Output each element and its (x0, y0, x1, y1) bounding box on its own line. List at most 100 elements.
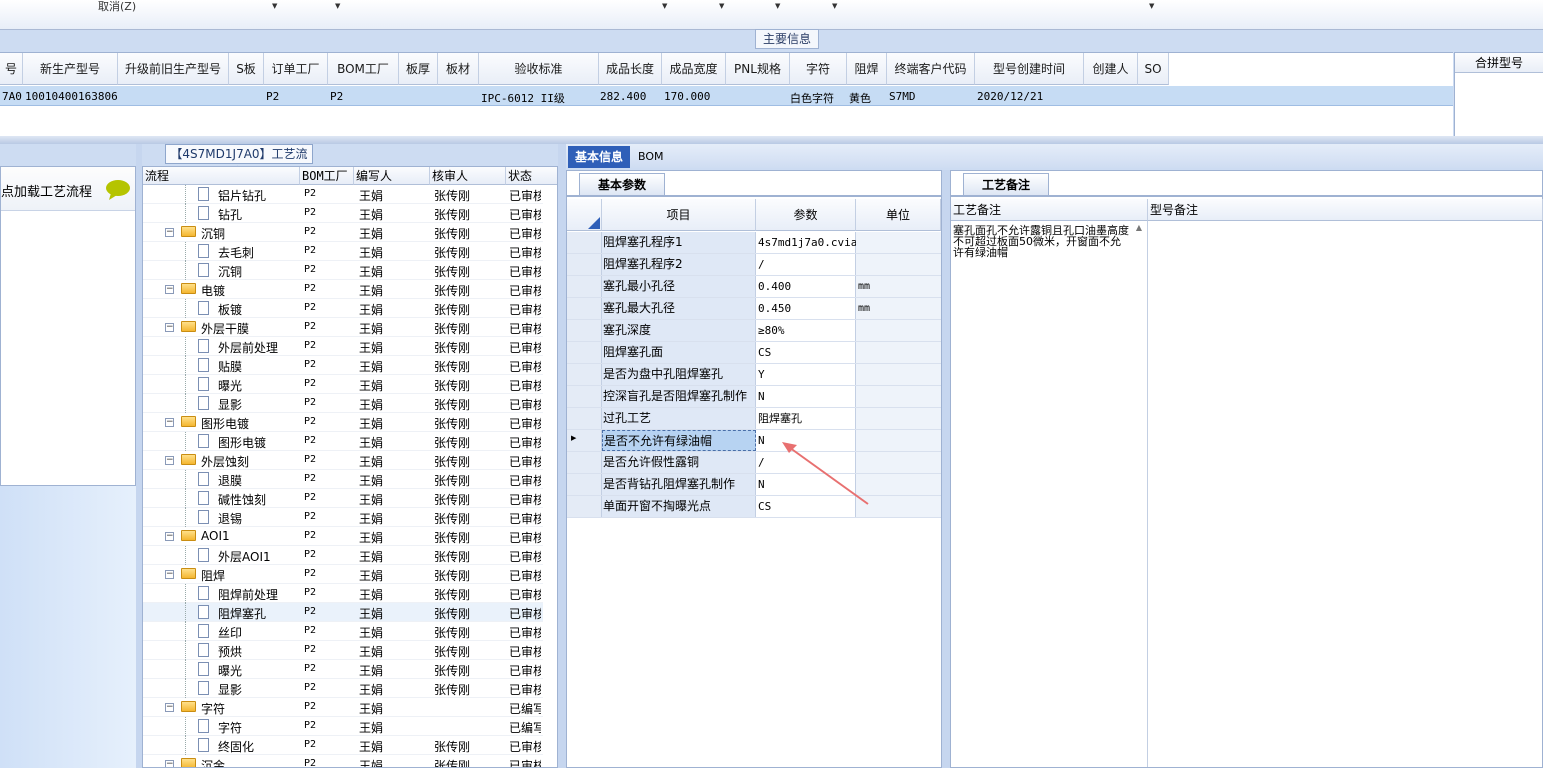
param-unit[interactable] (856, 254, 941, 275)
tree-row[interactable]: 阻焊塞孔 P2 王娟 张传刚 已审核 (143, 603, 543, 622)
tree-row[interactable]: 碱性蚀刻 P2 王娟 张传刚 已审核 (143, 489, 543, 508)
param-item[interactable]: 过孔工艺 (602, 408, 756, 429)
param-value[interactable]: 0.400 (756, 276, 856, 297)
param-value[interactable]: N (756, 386, 856, 407)
param-item[interactable]: 阻焊塞孔程序2 (602, 254, 756, 275)
tree-row[interactable]: 显影 P2 王娟 张传刚 已审核 (143, 394, 543, 413)
tree-row[interactable]: 板镀 P2 王娟 张传刚 已审核 (143, 299, 543, 318)
tree-row[interactable]: 铝片钻孔 P2 王娟 张传刚 已审核 (143, 185, 543, 204)
column-header[interactable]: 工艺备注 (951, 199, 1148, 221)
collapse-toggle-icon[interactable]: − (165, 418, 174, 427)
tree-row[interactable]: − 阻焊 P2 王娟 张传刚 已审核 (143, 565, 543, 584)
tree-row[interactable]: 图形电镀 P2 王娟 张传刚 已审核 (143, 432, 543, 451)
param-row[interactable]: 阻焊塞孔面 CS (567, 342, 941, 364)
dropdown-arrow-icon[interactable]: ▼ (719, 2, 724, 10)
dropdown-arrow-icon[interactable]: ▼ (272, 2, 277, 10)
row-indicator[interactable] (567, 430, 602, 451)
column-header[interactable]: SO (1138, 53, 1169, 85)
param-value[interactable]: 阻焊塞孔 (756, 408, 856, 429)
cancel-button[interactable]: 取消(Z) (98, 0, 136, 14)
tree-row[interactable]: 外层AOI1 P2 王娟 张传刚 已审核 (143, 546, 543, 565)
tree-row[interactable]: 显影 P2 王娟 张传刚 已审核 (143, 679, 543, 698)
column-header[interactable]: 单位 (856, 199, 941, 231)
column-header[interactable]: 创建人 (1084, 53, 1138, 85)
param-value[interactable]: CS (756, 342, 856, 363)
tree-row[interactable]: − 沉金 P2 王娟 张传刚 已审核 (143, 755, 543, 767)
param-unit[interactable]: mm (856, 276, 941, 297)
row-indicator-header[interactable] (567, 199, 602, 231)
column-header[interactable]: 项目 (602, 199, 756, 231)
column-header[interactable]: 成品长度 (599, 53, 662, 85)
merge-model-header[interactable]: 合拼型号 (1455, 53, 1543, 73)
param-value[interactable]: Y (756, 364, 856, 385)
param-item[interactable]: 塞孔最大孔径 (602, 298, 756, 319)
param-item[interactable]: 塞孔最小孔径 (602, 276, 756, 297)
column-header[interactable]: 验收标准 (479, 53, 599, 85)
param-item[interactable]: 是否背钻孔阻焊塞孔制作 (602, 474, 756, 495)
tree-row[interactable]: 贴膜 P2 王娟 张传刚 已审核 (143, 356, 543, 375)
param-value[interactable]: 4s7md1j7a0.cvia (756, 232, 857, 253)
tree-row[interactable]: 沉铜 P2 王娟 张传刚 已审核 (143, 261, 543, 280)
tree-row[interactable]: 钻孔 P2 王娟 张传刚 已审核 (143, 204, 543, 223)
collapse-toggle-icon[interactable]: − (165, 703, 174, 712)
tree-row[interactable]: − 电镀 P2 王娟 张传刚 已审核 (143, 280, 543, 299)
tree-row[interactable]: 曝光 P2 王娟 张传刚 已审核 (143, 375, 543, 394)
tree-row[interactable]: 丝印 P2 王娟 张传刚 已审核 (143, 622, 543, 641)
param-value[interactable]: / (756, 254, 856, 275)
row-indicator[interactable] (567, 342, 602, 363)
tree-row[interactable]: 去毛刺 P2 王娟 张传刚 已审核 (143, 242, 543, 261)
tab-basic-info[interactable]: 基本信息 (568, 146, 630, 168)
tree-row[interactable]: − 外层蚀刻 P2 王娟 张传刚 已审核 (143, 451, 543, 470)
column-header[interactable]: BOM工厂 (328, 53, 399, 85)
tab-process-remarks[interactable]: 工艺备注 (963, 173, 1049, 195)
tree-row[interactable]: − AOI1 P2 王娟 张传刚 已审核 (143, 527, 543, 546)
tree-row[interactable]: − 外层干膜 P2 王娟 张传刚 已审核 (143, 318, 543, 337)
param-unit[interactable] (856, 320, 941, 341)
dropdown-arrow-icon[interactable]: ▼ (832, 2, 837, 10)
tab-bom[interactable]: BOM (638, 146, 678, 168)
row-indicator[interactable] (567, 232, 602, 253)
tree-row[interactable]: 终固化 P2 王娟 张传刚 已审核 (143, 736, 543, 755)
collapse-toggle-icon[interactable]: − (165, 285, 174, 294)
param-row[interactable]: 是否允许假性露铜 / (567, 452, 941, 474)
row-indicator[interactable] (567, 452, 602, 473)
scroll-up-icon[interactable]: ▲ (1133, 223, 1145, 767)
row-indicator[interactable] (567, 474, 602, 495)
dropdown-arrow-icon[interactable]: ▼ (662, 2, 667, 10)
tree-row[interactable]: − 字符 P2 王娟 已编写 (143, 698, 543, 717)
column-header[interactable]: 新生产型号 (23, 53, 118, 85)
collapse-toggle-icon[interactable]: − (165, 760, 174, 767)
param-item[interactable]: 阻焊塞孔面 (602, 342, 756, 363)
param-unit[interactable] (856, 232, 941, 253)
tree-row[interactable]: 曝光 P2 王娟 张传刚 已审核 (143, 660, 543, 679)
column-header[interactable]: 型号创建时间 (975, 53, 1084, 85)
row-indicator[interactable] (567, 254, 602, 275)
collapse-toggle-icon[interactable]: − (165, 570, 174, 579)
main-info-title[interactable]: 主要信息 (755, 29, 819, 49)
process-remark-text[interactable]: 塞孔面孔不允许露铜且孔口油墨高度不可超过板面50微米，开窗面不允许有绿油帽 (953, 225, 1131, 258)
tree-row[interactable]: 退膜 P2 王娟 张传刚 已审核 (143, 470, 543, 489)
load-process-row[interactable]: 点加载工艺流程 (1, 167, 135, 211)
param-unit[interactable]: mm (856, 298, 941, 319)
tree-row[interactable]: 退锡 P2 王娟 张传刚 已审核 (143, 508, 543, 527)
collapse-toggle-icon[interactable]: − (165, 532, 174, 541)
column-header[interactable]: 参数 (756, 199, 856, 231)
tree-row[interactable]: − 图形电镀 P2 王娟 张传刚 已审核 (143, 413, 543, 432)
param-row[interactable]: 阻焊塞孔程序1 4s7md1j7a0.cvia (567, 232, 941, 254)
column-header[interactable]: 核审人 (430, 167, 506, 185)
param-value[interactable]: 0.450 (756, 298, 856, 319)
row-indicator[interactable] (567, 320, 602, 341)
param-unit[interactable] (856, 342, 941, 363)
param-value[interactable]: ≥80% (756, 320, 856, 341)
collapse-toggle-icon[interactable]: − (165, 228, 174, 237)
param-row[interactable]: 塞孔最大孔径 0.450 mm (567, 298, 941, 320)
param-row[interactable]: 是否为盘中孔阻焊塞孔 Y (567, 364, 941, 386)
column-header[interactable]: 阻焊 (847, 53, 887, 85)
collapse-toggle-icon[interactable]: − (165, 323, 174, 332)
param-item[interactable]: 阻焊塞孔程序1 (602, 232, 756, 253)
tree-row[interactable]: 阻焊前处理 P2 王娟 张传刚 已审核 (143, 584, 543, 603)
tree-row[interactable]: − 沉铜 P2 王娟 张传刚 已审核 (143, 223, 543, 242)
collapse-toggle-icon[interactable]: − (165, 456, 174, 465)
horizontal-splitter[interactable] (0, 136, 1543, 144)
speech-bubble-icon[interactable] (105, 179, 131, 201)
